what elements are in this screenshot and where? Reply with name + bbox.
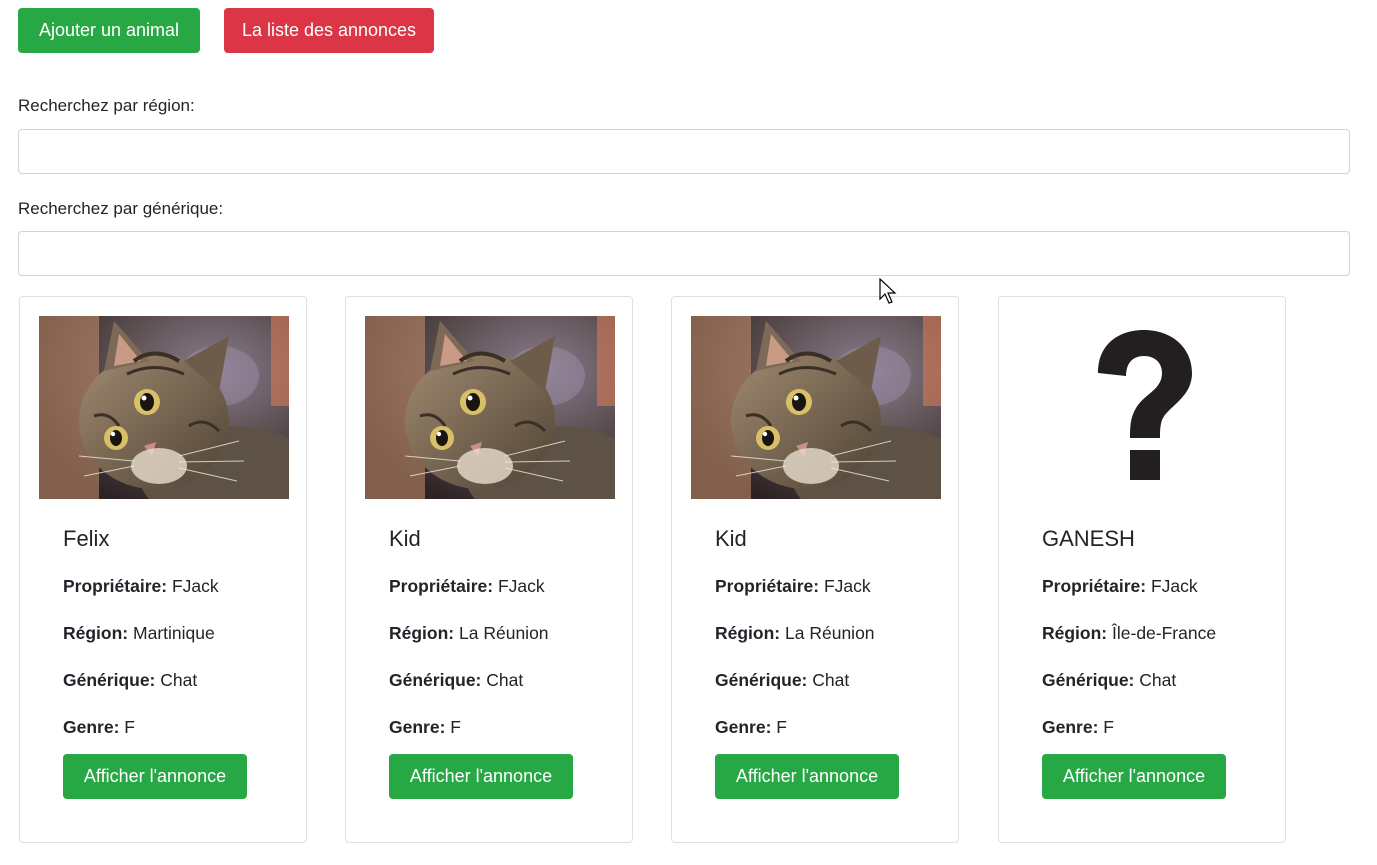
region-key: Région: xyxy=(63,623,129,643)
show-ad-button[interactable]: Afficher l'annonce xyxy=(63,754,247,799)
animal-card: Kid Propriétaire: FJack Région: La Réuni… xyxy=(345,296,633,843)
animal-image xyxy=(365,316,615,499)
generic-key: Générique: xyxy=(1042,670,1135,690)
generic-row: Générique: Chat xyxy=(715,657,948,704)
region-search-label: Recherchez par région: xyxy=(18,96,195,115)
show-ad-button[interactable]: Afficher l'annonce xyxy=(1042,754,1226,799)
animal-image xyxy=(39,316,289,499)
generic-row: Générique: Chat xyxy=(1042,657,1275,704)
region-key: Région: xyxy=(715,623,781,643)
animal-card: Felix Propriétaire: FJack Région: Martin… xyxy=(19,296,307,843)
generic-value: Chat xyxy=(812,670,850,690)
animal-card: GANESH Propriétaire: FJack Région: Île-d… xyxy=(998,296,1286,843)
gender-value: F xyxy=(124,717,135,737)
question-mark-icon xyxy=(1098,329,1192,480)
owner-row: Propriétaire: FJack xyxy=(1042,563,1275,610)
gender-row: Genre: F xyxy=(1042,704,1275,751)
owner-key: Propriétaire: xyxy=(1042,576,1147,596)
gender-key: Genre: xyxy=(389,717,446,737)
animal-name: GANESH xyxy=(1042,526,1135,551)
gender-value: F xyxy=(450,717,461,737)
owner-row: Propriétaire: FJack xyxy=(389,563,622,610)
owner-key: Propriétaire: xyxy=(63,576,168,596)
generic-key: Générique: xyxy=(389,670,482,690)
region-row: Région: Île-de-France xyxy=(1042,610,1275,657)
mouse-cursor-icon xyxy=(879,278,897,304)
region-key: Région: xyxy=(389,623,455,643)
gender-value: F xyxy=(1103,717,1114,737)
generic-value: Chat xyxy=(160,670,198,690)
generic-value: Chat xyxy=(486,670,524,690)
gender-key: Genre: xyxy=(1042,717,1099,737)
region-row: Région: Martinique xyxy=(63,610,296,657)
gender-key: Genre: xyxy=(715,717,772,737)
generic-value: Chat xyxy=(1139,670,1177,690)
gender-key: Genre: xyxy=(63,717,120,737)
animal-image xyxy=(691,316,941,499)
region-value: Martinique xyxy=(133,623,215,643)
cat-photo-icon xyxy=(365,316,615,499)
generic-key: Générique: xyxy=(715,670,808,690)
animal-card: Kid Propriétaire: FJack Région: La Réuni… xyxy=(671,296,959,843)
region-value: La Réunion xyxy=(785,623,875,643)
owner-key: Propriétaire: xyxy=(389,576,494,596)
ads-list-button[interactable]: La liste des annonces xyxy=(224,8,434,53)
region-search-input[interactable] xyxy=(18,129,1350,174)
show-ad-button[interactable]: Afficher l'annonce xyxy=(715,754,899,799)
add-animal-button[interactable]: Ajouter un animal xyxy=(18,8,200,53)
owner-value: FJack xyxy=(497,576,545,596)
animal-name: Kid xyxy=(389,526,421,551)
generic-key: Générique: xyxy=(63,670,156,690)
gender-row: Genre: F xyxy=(63,704,296,751)
region-value: Île-de-France xyxy=(1112,623,1217,643)
owner-row: Propriétaire: FJack xyxy=(63,563,296,610)
region-key: Région: xyxy=(1042,623,1108,643)
gender-row: Genre: F xyxy=(715,704,948,751)
owner-row: Propriétaire: FJack xyxy=(715,563,948,610)
generic-search-label: Recherchez par générique: xyxy=(18,199,224,218)
gender-row: Genre: F xyxy=(389,704,622,751)
owner-value: FJack xyxy=(1150,576,1198,596)
region-row: Région: La Réunion xyxy=(389,610,622,657)
region-value: La Réunion xyxy=(459,623,549,643)
cat-photo-icon xyxy=(691,316,941,499)
cat-photo-icon xyxy=(39,316,289,499)
gender-value: F xyxy=(776,717,787,737)
generic-row: Générique: Chat xyxy=(63,657,296,704)
region-row: Région: La Réunion xyxy=(715,610,948,657)
show-ad-button[interactable]: Afficher l'annonce xyxy=(389,754,573,799)
animal-name: Kid xyxy=(715,526,747,551)
animal-name: Felix xyxy=(63,526,110,551)
placeholder-image xyxy=(1018,316,1268,499)
owner-value: FJack xyxy=(171,576,219,596)
owner-value: FJack xyxy=(823,576,871,596)
generic-row: Générique: Chat xyxy=(389,657,622,704)
owner-key: Propriétaire: xyxy=(715,576,820,596)
generic-search-input[interactable] xyxy=(18,231,1350,276)
